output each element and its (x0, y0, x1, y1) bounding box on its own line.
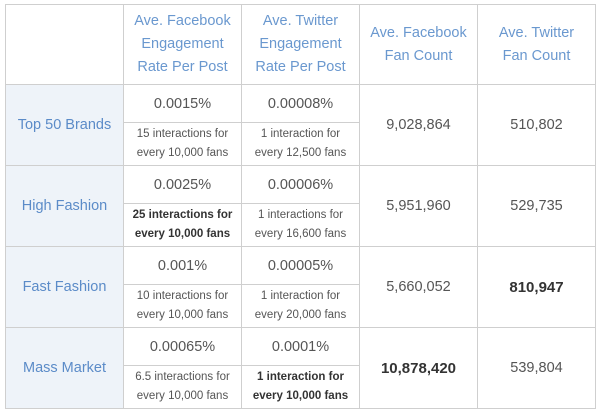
fb-rate-cell: 0.0015% (123, 84, 242, 123)
tw-interactions-cell: 1 interaction for every 20,000 fans (241, 284, 360, 328)
tw-interactions-cell: 1 interaction for every 12,500 fans (241, 122, 360, 166)
engagement-table: Ave. Facebook Engagement Rate Per Post A… (5, 4, 596, 409)
header-row: Ave. Facebook Engagement Rate Per Post A… (5, 4, 596, 85)
fb-fans-cell: 9,028,864 (359, 84, 478, 166)
row-label-mass-market: Mass Market (5, 327, 124, 409)
table-row: Mass Market 0.00065% 0.0001% 10,878,420 … (5, 327, 596, 409)
tw-rate-cell: 0.0001% (241, 327, 360, 366)
fb-interactions-cell: 25 interactions for every 10,000 fans (123, 203, 242, 247)
table-row: High Fashion 0.0025% 0.00006% 5,951,960 … (5, 165, 596, 247)
tw-rate-cell: 0.00008% (241, 84, 360, 123)
header-tw-engagement: Ave. Twitter Engagement Rate Per Post (241, 4, 360, 85)
header-fb-engagement: Ave. Facebook Engagement Rate Per Post (123, 4, 242, 85)
row-label-high-fashion: High Fashion (5, 165, 124, 247)
table-row: Fast Fashion 0.001% 0.00005% 5,660,052 8… (5, 246, 596, 328)
row-label-top-50-brands: Top 50 Brands (5, 84, 124, 166)
tw-fans-cell: 539,804 (477, 327, 596, 409)
fb-interactions-cell: 6.5 interactions for every 10,000 fans (123, 365, 242, 409)
header-fb-fan-count: Ave. Facebook Fan Count (359, 4, 478, 85)
fb-rate-cell: 0.001% (123, 246, 242, 285)
fb-interactions-cell: 15 interactions for every 10,000 fans (123, 122, 242, 166)
fb-fans-cell: 5,660,052 (359, 246, 478, 328)
fb-fans-cell: 5,951,960 (359, 165, 478, 247)
fb-fans-cell: 10,878,420 (359, 327, 478, 409)
tw-rate-cell: 0.00006% (241, 165, 360, 204)
row-label-fast-fashion: Fast Fashion (5, 246, 124, 328)
tw-interactions-cell: 1 interactions for every 16,600 fans (241, 203, 360, 247)
fb-rate-cell: 0.00065% (123, 327, 242, 366)
fb-interactions-cell: 10 interactions for every 10,000 fans (123, 284, 242, 328)
fb-rate-cell: 0.0025% (123, 165, 242, 204)
tw-interactions-cell: 1 interaction for every 10,000 fans (241, 365, 360, 409)
tw-fans-cell: 529,735 (477, 165, 596, 247)
tw-fans-cell: 510,802 (477, 84, 596, 166)
header-corner (5, 4, 124, 85)
header-tw-fan-count: Ave. Twitter Fan Count (477, 4, 596, 85)
tw-rate-cell: 0.00005% (241, 246, 360, 285)
tw-fans-cell: 810,947 (477, 246, 596, 328)
table-row: Top 50 Brands 0.0015% 0.00008% 9,028,864… (5, 84, 596, 166)
